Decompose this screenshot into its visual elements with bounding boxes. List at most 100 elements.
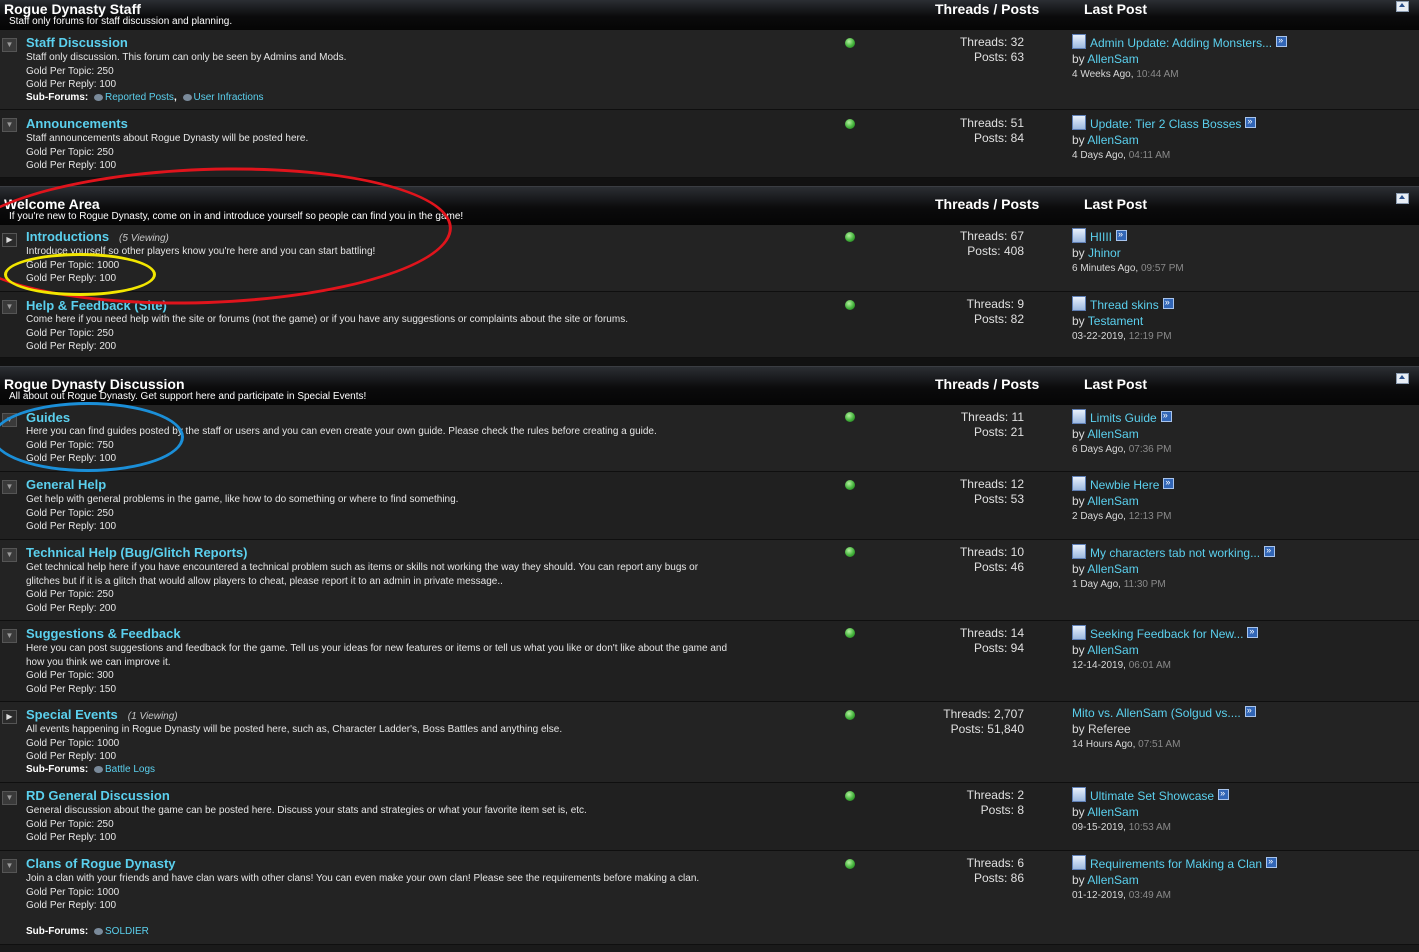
- expand-icon[interactable]: ▼: [2, 413, 17, 427]
- last-post: Newbie Here by AllenSam 2 Days Ago, 12:1…: [1072, 475, 1175, 525]
- go-to-last-post-icon[interactable]: [1264, 543, 1276, 559]
- post-count: Posts: 8: [980, 803, 1024, 817]
- forum-title[interactable]: Guides: [26, 410, 70, 425]
- go-to-last-post-icon[interactable]: [1276, 33, 1288, 49]
- last-post-title[interactable]: HIIII: [1090, 230, 1112, 244]
- expand-icon[interactable]: ▼: [2, 791, 17, 805]
- last-post-header: Last Post: [1084, 1, 1148, 17]
- forum-title[interactable]: Help & Feedback (Site): [26, 298, 167, 313]
- category-staff: Rogue Dynasty Staff Staff only forums fo…: [0, 0, 1419, 31]
- last-post-user[interactable]: AllenSam: [1087, 494, 1138, 508]
- expand-icon[interactable]: ▶: [2, 233, 17, 247]
- last-post-header: Last Post: [1084, 376, 1148, 392]
- forum-row: ▶ Introductions (5 Viewing) Introduce you…: [0, 225, 1419, 292]
- last-post-title[interactable]: Update: Tier 2 Class Bosses: [1090, 117, 1241, 131]
- last-post-user[interactable]: Jhinor: [1088, 246, 1121, 260]
- forum-title[interactable]: Suggestions & Feedback: [26, 626, 181, 641]
- expand-icon[interactable]: ▼: [2, 38, 17, 52]
- category-title[interactable]: Rogue Dynasty Discussion: [4, 376, 185, 392]
- last-post-user[interactable]: AllenSam: [1087, 643, 1138, 657]
- thread-count: Threads: 10: [959, 545, 1024, 559]
- subforum-link[interactable]: Reported Posts: [105, 92, 174, 103]
- subforum-link[interactable]: SOLDIER: [105, 926, 149, 937]
- gold-per-reply: Gold Per Reply: 100: [26, 273, 117, 284]
- last-post-user[interactable]: AllenSam: [1087, 133, 1138, 147]
- forum-title[interactable]: Special Events (1 Viewing): [26, 707, 178, 722]
- subforum-link[interactable]: User Infractions: [194, 92, 264, 103]
- last-post-user[interactable]: AllenSam: [1087, 873, 1138, 887]
- last-post-title[interactable]: Newbie Here: [1090, 478, 1159, 492]
- last-post-time: 12:19 PM: [1128, 331, 1172, 342]
- forum-row: ▼ Announcements Staff announcements abou…: [0, 110, 1419, 178]
- forum-status-icon: [845, 119, 855, 129]
- forum-stats: Threads: 10 Posts: 46: [960, 545, 1024, 575]
- go-to-last-post-icon[interactable]: [1218, 786, 1230, 802]
- forum-title[interactable]: Technical Help (Bug/Glitch Reports): [26, 545, 248, 560]
- forum-title[interactable]: Announcements: [26, 116, 128, 131]
- forum-title[interactable]: RD General Discussion: [26, 788, 170, 803]
- forum-desc-text: General discussion about the game can be…: [26, 805, 587, 816]
- forum-title-text[interactable]: Special Events: [26, 707, 118, 722]
- last-post-user[interactable]: AllenSam: [1087, 427, 1138, 441]
- last-post-user[interactable]: AllenSam: [1087, 805, 1138, 819]
- last-post-title[interactable]: My characters tab not working...: [1090, 546, 1260, 560]
- forum-desc-text: Introduce yourself so other players know…: [26, 246, 376, 257]
- last-post-title[interactable]: Seeking Feedback for New...: [1090, 627, 1243, 641]
- expand-icon[interactable]: ▼: [2, 548, 17, 562]
- gold-per-reply: Gold Per Reply: 100: [26, 79, 117, 90]
- threads-posts-header: Threads / Posts: [935, 1, 1040, 17]
- gold-per-topic: Gold Per Topic: 1000: [26, 737, 120, 749]
- last-post-date: 4 Days Ago,: [1072, 150, 1126, 161]
- go-to-last-post-icon[interactable]: [1266, 854, 1278, 870]
- forum-desc-text: Get help with general problems in the ga…: [26, 494, 459, 505]
- forum-title[interactable]: General Help: [26, 477, 106, 492]
- go-to-last-post-icon[interactable]: [1244, 703, 1256, 719]
- gold-per-topic: Gold Per Topic: 250: [26, 507, 114, 519]
- forum-row: ▼ Suggestions & Feedback Here you can po…: [0, 621, 1419, 702]
- go-to-last-post-icon[interactable]: [1116, 227, 1128, 243]
- last-post-title[interactable]: Admin Update: Adding Monsters...: [1090, 36, 1272, 50]
- go-to-last-post-icon[interactable]: [1163, 475, 1175, 491]
- last-post-date: 01-12-2019,: [1072, 890, 1126, 901]
- forum-status-icon: [845, 38, 855, 48]
- forum-description: All events happening in Rogue Dynasty wi…: [26, 723, 746, 764]
- collapse-icon[interactable]: [1396, 373, 1409, 384]
- category-title[interactable]: Rogue Dynasty Staff: [4, 1, 141, 17]
- last-post-user[interactable]: AllenSam: [1087, 52, 1138, 66]
- category-title[interactable]: Welcome Area: [4, 196, 100, 212]
- last-post-title[interactable]: Limits Guide: [1090, 411, 1157, 425]
- forum-title[interactable]: Introductions (5 Viewing): [26, 229, 169, 244]
- last-post: Ultimate Set Showcase by AllenSam 09-15-…: [1072, 786, 1230, 836]
- go-to-last-post-icon[interactable]: [1247, 624, 1259, 640]
- forum-desc-text: Come here if you need help with the site…: [26, 314, 628, 325]
- last-post-title[interactable]: Thread skins: [1090, 298, 1159, 312]
- gold-per-topic: Gold Per Topic: 1000: [26, 259, 120, 271]
- expand-icon[interactable]: ▼: [2, 859, 17, 873]
- forum-desc-text: Get technical help here if you have enco…: [26, 562, 699, 587]
- forum-description: Join a clan with your friends and have c…: [26, 872, 744, 913]
- forum-title[interactable]: Staff Discussion: [26, 35, 128, 50]
- last-post-title[interactable]: Ultimate Set Showcase: [1090, 789, 1214, 803]
- expand-icon[interactable]: ▼: [2, 480, 17, 494]
- subforum-link[interactable]: Battle Logs: [105, 764, 155, 775]
- forum-title-text[interactable]: Introductions: [26, 229, 109, 244]
- forum-title[interactable]: Clans of Rogue Dynasty: [26, 856, 176, 871]
- go-to-last-post-icon[interactable]: [1160, 408, 1172, 424]
- forum-desc-text: Here you can post suggestions and feedba…: [26, 643, 728, 668]
- expand-icon[interactable]: ▼: [2, 300, 17, 314]
- go-to-last-post-icon[interactable]: [1162, 295, 1174, 311]
- last-post-user[interactable]: AllenSam: [1087, 562, 1138, 576]
- go-to-last-post-icon[interactable]: [1245, 114, 1257, 130]
- collapse-icon[interactable]: [1396, 193, 1409, 204]
- last-post-title[interactable]: Mito vs. AllenSam (Solgud vs....: [1072, 706, 1241, 720]
- expand-icon[interactable]: ▼: [2, 118, 17, 132]
- collapse-icon[interactable]: [1396, 1, 1409, 12]
- expand-icon[interactable]: ▼: [2, 629, 17, 643]
- forum-stats: Threads: 9 Posts: 82: [967, 297, 1024, 327]
- post-count: Posts: 94: [973, 641, 1024, 655]
- forum-status-icon: [845, 412, 855, 422]
- last-post-user[interactable]: Testament: [1088, 314, 1143, 328]
- expand-icon[interactable]: ▶: [2, 710, 17, 724]
- last-post-title[interactable]: Requirements for Making a Clan: [1090, 857, 1262, 871]
- post-count: Posts: 53: [973, 492, 1024, 506]
